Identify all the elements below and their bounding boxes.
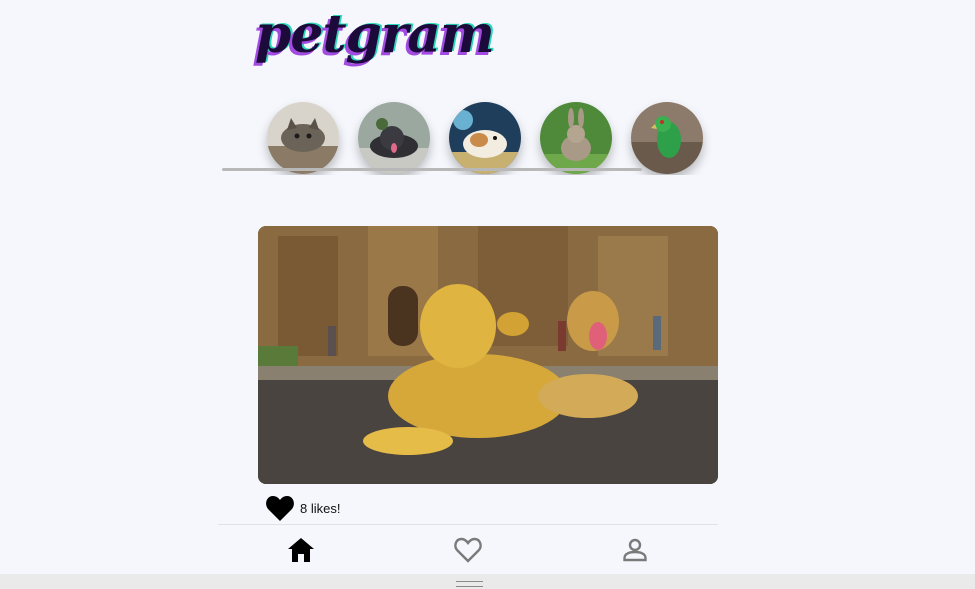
- user-icon: [623, 538, 647, 562]
- stories-scrollbar[interactable]: [222, 168, 642, 171]
- hamster-photo: [449, 102, 521, 174]
- heart-outline-icon: [454, 537, 482, 563]
- story-cat[interactable]: [267, 102, 339, 174]
- like-row: 8 likes!: [265, 493, 340, 523]
- dog-photo: [358, 102, 430, 174]
- story-hamster[interactable]: [449, 102, 521, 174]
- dogs-photo: [258, 226, 718, 484]
- story-dog[interactable]: [358, 102, 430, 174]
- heart-filled-icon[interactable]: [265, 494, 295, 522]
- home-icon: [288, 538, 314, 562]
- nav-home-button[interactable]: [286, 535, 316, 579]
- post-photo[interactable]: [258, 226, 718, 484]
- petgram-logo: petgram: [255, 4, 495, 65]
- bottom-bar: [0, 574, 975, 589]
- nav-favorites-button[interactable]: [453, 535, 483, 571]
- bird-photo: [631, 102, 703, 174]
- stories-carousel[interactable]: [222, 95, 718, 175]
- likes-count: 8 likes!: [300, 500, 341, 516]
- cat-photo: [267, 102, 339, 174]
- nav-user-button[interactable]: [620, 535, 650, 571]
- story-bird[interactable]: [631, 102, 703, 174]
- story-rabbit[interactable]: [540, 102, 612, 174]
- rabbit-photo: [540, 102, 612, 174]
- bottom-navbar: [218, 524, 718, 579]
- drag-handle[interactable]: [456, 581, 483, 587]
